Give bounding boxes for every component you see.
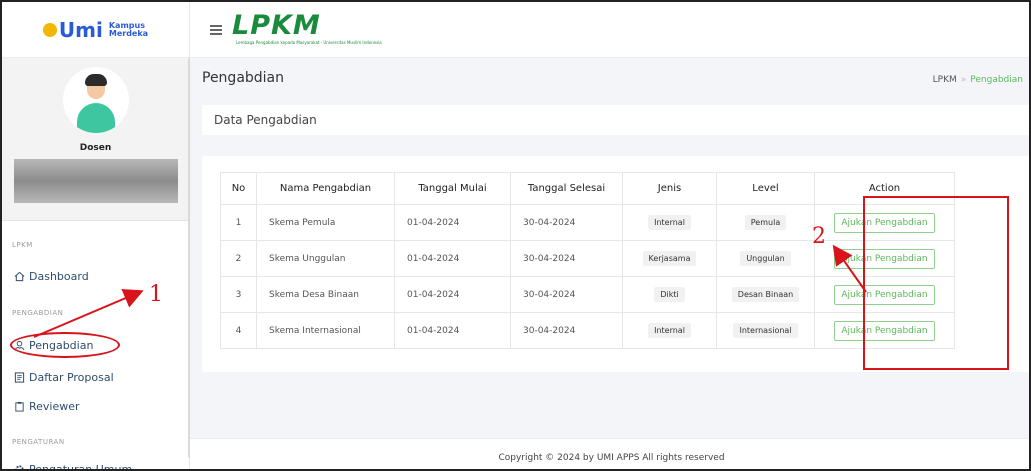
annotation-arrow-2 (832, 244, 867, 293)
annotation-arrow-1 (33, 289, 144, 338)
app-window: Umi Kampus Merdeka Dosen LPKM Dashboard … (0, 0, 1031, 471)
annotation-arrows (33, 244, 867, 338)
